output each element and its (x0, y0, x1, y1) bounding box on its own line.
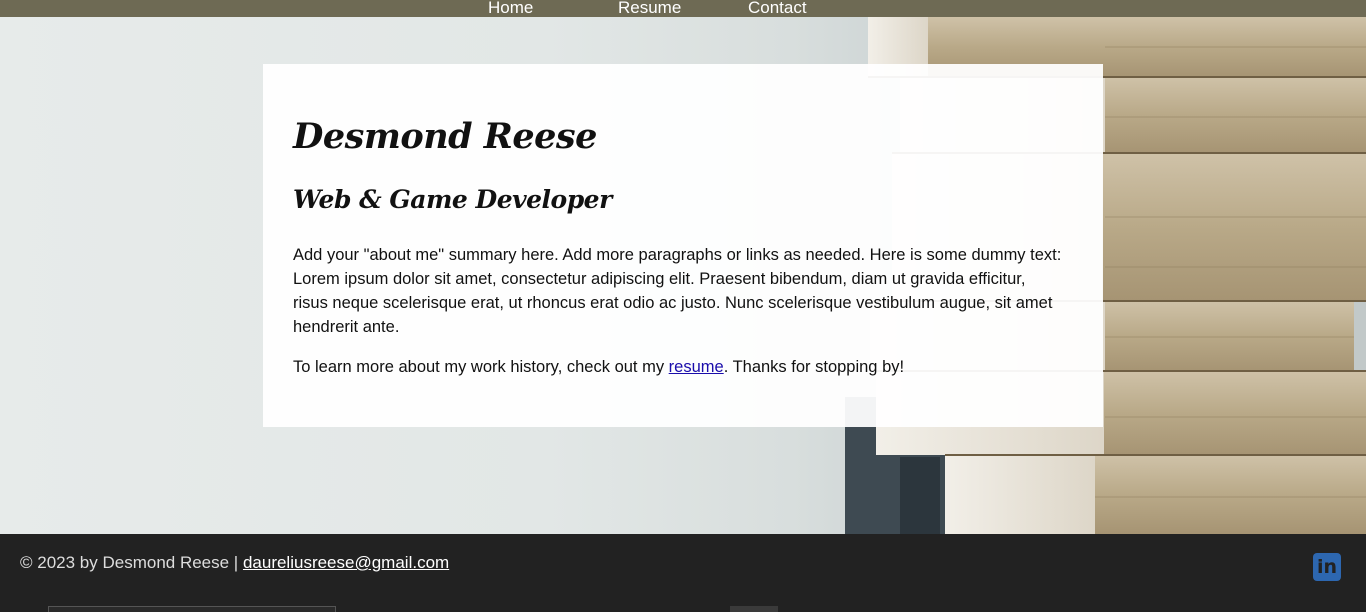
history-text-before: To learn more about my work history, che… (293, 358, 669, 376)
top-nav: Home Resume Contact (0, 0, 1366, 17)
hero-section: Desmond Reese Web & Game Developer Add y… (0, 17, 1366, 534)
nav-resume-link[interactable]: Resume (618, 0, 681, 17)
history-paragraph: To learn more about my work history, che… (293, 355, 1063, 379)
email-link[interactable]: daureliusreese@gmail.com (243, 553, 449, 572)
copyright-label: © 2023 by Desmond Reese | (20, 553, 243, 572)
copyright-text: © 2023 by Desmond Reese | daureliusreese… (20, 553, 449, 573)
nav-home-link[interactable]: Home (488, 0, 533, 17)
page-title: Desmond Reese (293, 116, 597, 157)
history-text-after: . Thanks for stopping by! (723, 358, 905, 376)
linkedin-icon[interactable]: in (1313, 553, 1341, 581)
intro-card: Desmond Reese Web & Game Developer Add y… (263, 64, 1103, 427)
footer-divider-small (730, 606, 778, 612)
page-footer: © 2023 by Desmond Reese | daureliusreese… (0, 534, 1366, 612)
page-subtitle: Web & Game Developer (293, 185, 612, 214)
footer-divider (48, 606, 336, 612)
about-paragraph: Add your "about me" summary here. Add mo… (293, 246, 1062, 336)
resume-link[interactable]: resume (669, 358, 724, 376)
linkedin-icon-glyph: in (1316, 556, 1338, 578)
nav-contact-link[interactable]: Contact (748, 0, 807, 17)
